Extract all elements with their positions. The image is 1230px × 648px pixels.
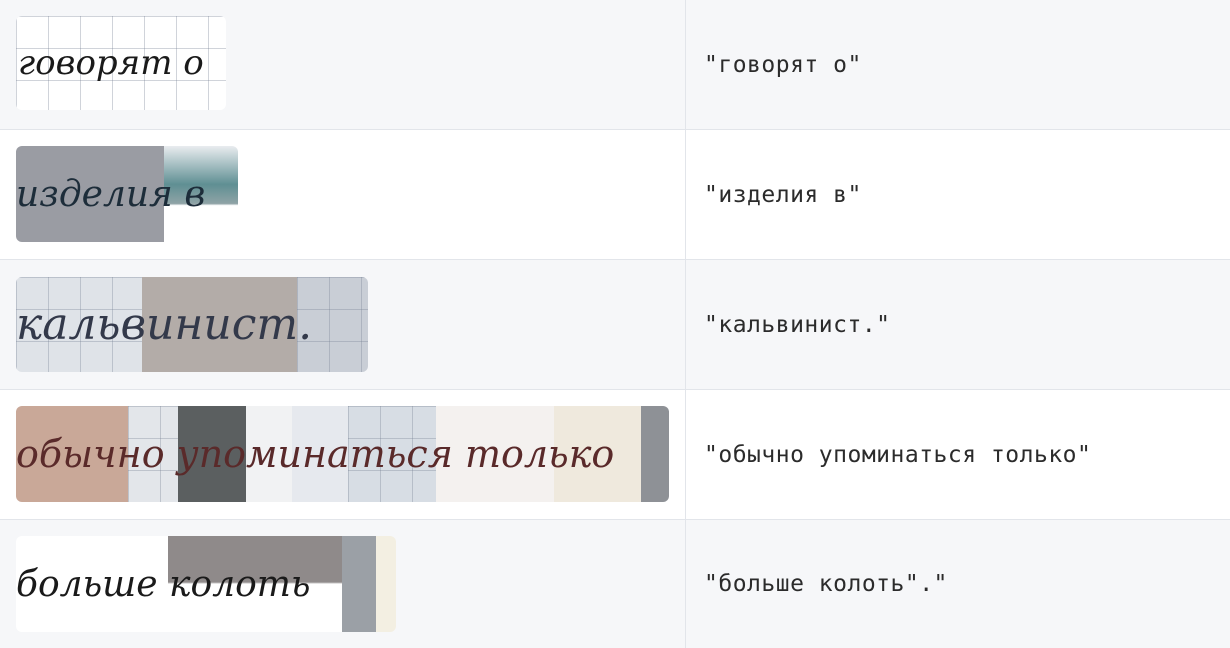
handwriting-text: больше колоть xyxy=(16,563,311,605)
transcription-table: говорят о "говорят о" изделия в "изделия… xyxy=(0,0,1230,648)
handwriting-image-cell: кальвинист. xyxy=(0,260,686,389)
table-row: обычно упоминаться только "обычно упомин… xyxy=(0,390,1230,520)
table-row: говорят о "говорят о" xyxy=(0,0,1230,130)
handwriting-image: больше колоть xyxy=(16,536,396,632)
table-row: больше колоть "больше колоть"." xyxy=(0,520,1230,648)
handwriting-image-cell: больше колоть xyxy=(0,520,686,648)
table-row: кальвинист. "кальвинист." xyxy=(0,260,1230,390)
transcription-text: "кальвинист." xyxy=(704,311,891,338)
handwriting-image: обычно упоминаться только xyxy=(16,406,669,502)
table-row: изделия в "изделия в" xyxy=(0,130,1230,260)
handwriting-text: говорят о xyxy=(18,43,204,83)
handwriting-image: кальвинист. xyxy=(16,277,368,372)
handwriting-text: обычно упоминаться только xyxy=(16,432,615,476)
transcription-text: "говорят о" xyxy=(704,51,862,78)
handwriting-image: изделия в xyxy=(16,146,238,242)
handwriting-text: изделия в xyxy=(16,173,206,215)
transcription-text: "больше колоть"." xyxy=(704,571,948,597)
handwriting-image: говорят о xyxy=(16,16,226,110)
handwriting-image-cell: обычно упоминаться только xyxy=(0,390,686,519)
transcription-text: "обычно упоминаться только" xyxy=(704,441,1092,468)
handwriting-text: кальвинист. xyxy=(16,299,313,350)
handwriting-image-cell: говорят о xyxy=(0,0,686,129)
transcription-text: "изделия в" xyxy=(704,181,862,208)
handwriting-image-cell: изделия в xyxy=(0,130,686,259)
